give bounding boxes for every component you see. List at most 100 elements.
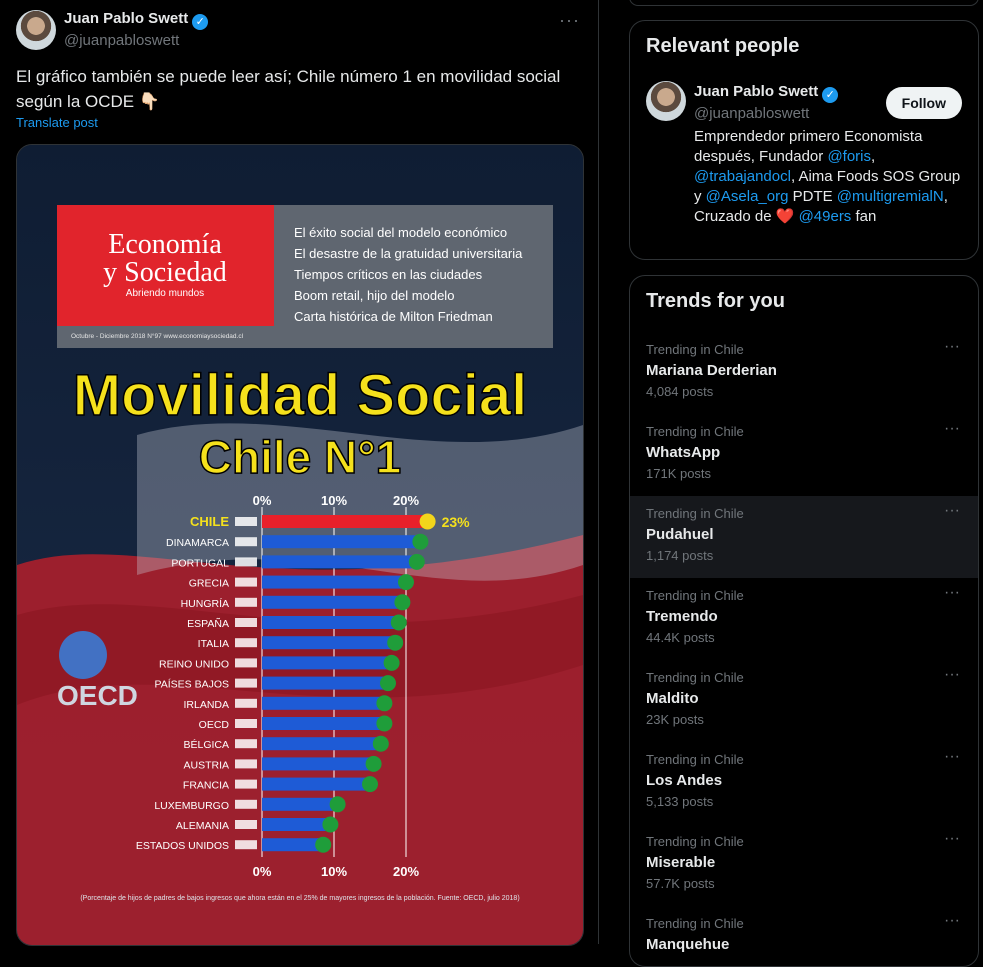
trend-more-button[interactable]: ··· xyxy=(944,666,960,684)
follow-button[interactable]: Follow xyxy=(885,87,962,119)
bar-end-dot xyxy=(380,675,396,692)
bar xyxy=(262,595,403,609)
bar xyxy=(262,838,324,852)
bar xyxy=(262,757,374,771)
trend-item[interactable]: Trending in Chile Tremendo 44.4K posts ··· xyxy=(630,578,978,660)
flag-icon xyxy=(235,557,257,567)
trend-item[interactable]: Trending in Chile Miserable 57.7K posts ··· xyxy=(630,824,978,906)
bar xyxy=(262,575,406,589)
category-label: ITALIA xyxy=(198,638,229,650)
bar-end-dot xyxy=(419,513,436,530)
headline-item: Tiempos críticos en las ciudades xyxy=(294,267,483,282)
flag-icon xyxy=(235,799,257,809)
category-label: FRANCIA xyxy=(183,780,229,792)
bar xyxy=(262,676,388,690)
trend-name: Mariana Derderian xyxy=(646,362,777,379)
trend-name: WhatsApp xyxy=(646,444,721,461)
headline-item: El desastre de la gratuidad universitari… xyxy=(294,246,523,261)
bar-end-dot xyxy=(387,634,404,651)
bar-end-dot xyxy=(365,755,382,772)
category-label: LUXEMBURGO xyxy=(154,800,229,812)
relevant-name[interactable]: Juan Pablo Swett xyxy=(694,83,818,100)
trend-post-count: 23K posts xyxy=(646,712,704,727)
headline-item: Carta histórica de Milton Friedman xyxy=(294,309,493,324)
bar xyxy=(262,555,417,569)
avatar[interactable] xyxy=(16,10,56,50)
flag-icon xyxy=(235,759,257,769)
trend-context: Trending in Chile xyxy=(646,916,744,931)
category-label: OECD xyxy=(199,719,230,731)
flag-icon xyxy=(235,719,257,728)
chart-subtitle: Chile N°1 xyxy=(199,431,401,483)
verified-badge-icon: ✓ xyxy=(822,87,839,103)
trend-more-button[interactable]: ··· xyxy=(944,502,960,520)
trend-more-button[interactable]: ··· xyxy=(944,338,960,356)
trend-item[interactable]: Trending in Chile Maldito 23K posts ··· xyxy=(630,660,978,742)
bar xyxy=(262,636,396,650)
bar-end-dot xyxy=(376,695,393,712)
bar-end-dot xyxy=(329,796,346,813)
chart-title: Movilidad Social xyxy=(73,363,527,428)
sidebar: Relevant people Juan Pablo Swett ✓ @juanp… xyxy=(614,0,983,967)
post-column: Juan Pablo Swett ✓ @juanpabloswett ··· El… xyxy=(0,0,599,946)
flag-icon xyxy=(235,678,257,688)
trend-post-count: 5,133 posts xyxy=(646,794,714,809)
search-box-edge[interactable] xyxy=(629,0,979,6)
magazine-cover: Economía y Sociedad Abriendo mundos Octu… xyxy=(17,145,583,945)
bar-end-dot xyxy=(315,836,332,853)
trend-more-button[interactable]: ··· xyxy=(944,830,960,848)
trend-more-button[interactable]: ··· xyxy=(944,584,960,602)
trend-more-button[interactable]: ··· xyxy=(944,420,960,438)
bio-link-asela[interactable]: @Asela_org xyxy=(706,188,789,205)
category-label: CHILE xyxy=(190,514,229,529)
trend-item[interactable]: Trending in Chile Pudahuel 1,174 posts ··· xyxy=(630,496,978,578)
trend-item[interactable]: Trending in Chile WhatsApp 171K posts ··· xyxy=(630,414,978,496)
bio-text: PDTE xyxy=(788,188,837,205)
category-label: BÉLGICA xyxy=(183,738,229,751)
trend-name: Los Andes xyxy=(646,772,723,789)
bio-link-multigremial[interactable]: @multigremialN xyxy=(837,188,944,205)
trend-item[interactable]: Trending in Chile Manquehue ··· xyxy=(630,906,978,966)
trend-context: Trending in Chile xyxy=(646,506,744,521)
bio-link-49ers[interactable]: @49ers xyxy=(799,208,852,225)
trend-post-count: 171K posts xyxy=(646,466,712,481)
category-label: ESPAÑA xyxy=(187,617,229,630)
post-image[interactable]: Economía y Sociedad Abriendo mundos Octu… xyxy=(16,144,584,946)
trends-card: Trends for you Trending in Chile Mariana … xyxy=(629,275,979,967)
relevant-handle[interactable]: @juanpabloswett xyxy=(694,105,838,122)
author-handle[interactable]: @juanpabloswett xyxy=(64,32,208,49)
category-label: ESTADOS UNIDOS xyxy=(136,840,229,852)
relevant-avatar[interactable] xyxy=(646,81,686,121)
trend-name: Miserable xyxy=(646,854,716,871)
post-text: El gráfico también se puede leer así; Ch… xyxy=(16,67,561,111)
flag-icon xyxy=(235,638,257,648)
bar xyxy=(262,818,331,831)
translate-post-link[interactable]: Translate post xyxy=(16,115,98,130)
trend-name: Tremendo xyxy=(646,608,718,625)
bio-text: fan xyxy=(851,208,877,225)
trend-item[interactable]: Trending in Chile Mariana Derderian 4,084 … xyxy=(630,332,978,414)
flag-icon xyxy=(235,840,257,850)
more-options-button[interactable]: ··· xyxy=(559,10,580,31)
trends-heading: Trends for you xyxy=(646,290,785,312)
trend-context: Trending in Chile xyxy=(646,588,744,603)
bio-link-trabajandocl[interactable]: @trabajandocl xyxy=(694,168,791,185)
trend-more-button[interactable]: ··· xyxy=(944,748,960,766)
chart-footnote: (Porcentaje de hijos de padres de bajos … xyxy=(80,895,519,902)
bar-end-dot xyxy=(376,715,393,732)
x-tick-label-top: 20% xyxy=(393,493,419,508)
x-tick-label-top: 0% xyxy=(253,493,272,508)
author-name[interactable]: Juan Pablo Swett xyxy=(64,10,188,27)
x-tick-label-bottom: 20% xyxy=(393,864,419,879)
trend-name: Pudahuel xyxy=(646,526,714,543)
bar xyxy=(262,717,385,730)
highlight-value-label: 23% xyxy=(442,514,471,530)
trend-item[interactable]: Trending in Chile Los Andes 5,133 posts ··· xyxy=(630,742,978,824)
relevant-people-card: Relevant people Juan Pablo Swett ✓ @juanp… xyxy=(629,20,979,260)
trend-more-button[interactable]: ··· xyxy=(944,912,960,930)
bar xyxy=(262,777,370,791)
category-label: ALEMANIA xyxy=(176,820,229,832)
bar-end-dot xyxy=(412,533,429,550)
bio-link-foris[interactable]: @foris xyxy=(827,148,871,165)
bio-text: Emprendedor primero Economista después, … xyxy=(694,128,923,165)
